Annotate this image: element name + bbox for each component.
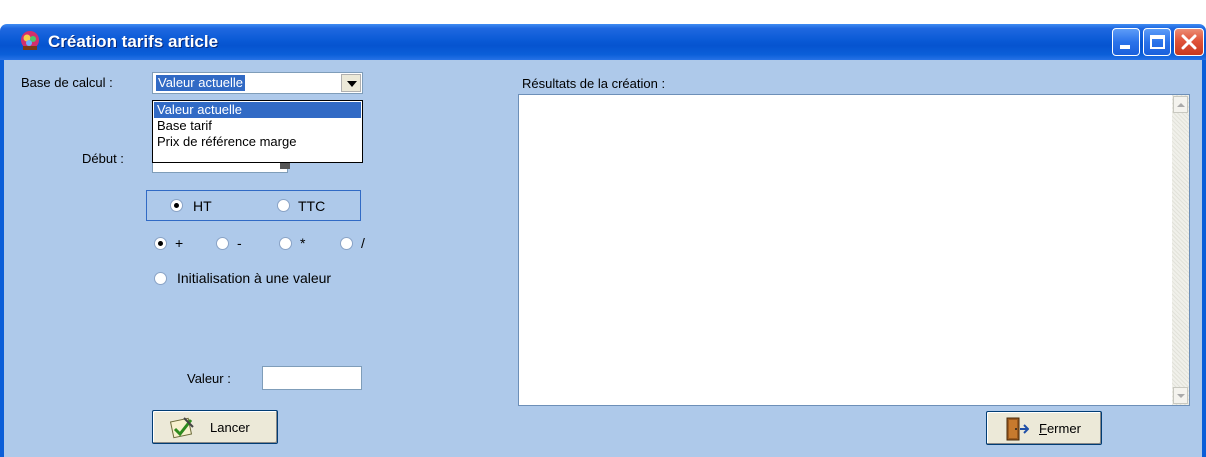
dropdown-option[interactable]: Base tarif xyxy=(154,118,361,134)
base-calcul-combo[interactable]: Valeur actuelle xyxy=(152,72,363,94)
divide-label: / xyxy=(361,235,365,251)
valeur-label: Valeur : xyxy=(187,371,231,386)
close-accelerator-letter: F xyxy=(1039,421,1047,436)
client-area: Base de calcul : Valeur actuelle Début :… xyxy=(0,60,1206,457)
dropdown-option[interactable]: Valeur actuelle xyxy=(154,102,361,118)
base-calcul-value: Valeur actuelle xyxy=(156,75,246,91)
ttc-label: TTC xyxy=(298,198,326,214)
times-label: * xyxy=(300,235,306,251)
results-label: Résultats de la création : xyxy=(522,76,666,91)
minus-label: - xyxy=(237,235,242,251)
minimize-button[interactable] xyxy=(1112,28,1140,56)
close-window-button[interactable] xyxy=(1174,28,1204,56)
plus-label: + xyxy=(175,235,184,251)
results-panel[interactable] xyxy=(518,94,1190,406)
close-button[interactable]: Fermer xyxy=(986,411,1102,445)
times-radio[interactable] xyxy=(279,237,292,250)
init-label: Initialisation à une valeur xyxy=(177,270,332,286)
launch-button[interactable]: Lancer xyxy=(152,410,278,444)
maximize-button[interactable] xyxy=(1143,28,1171,56)
door-exit-icon xyxy=(1006,417,1029,441)
close-label-rest: ermer xyxy=(1046,421,1081,436)
ht-label: HT xyxy=(193,198,212,214)
init-radio[interactable] xyxy=(154,272,167,285)
app-icon xyxy=(21,31,39,50)
divide-radio[interactable] xyxy=(340,237,353,250)
results-scrollbar[interactable] xyxy=(1172,95,1189,405)
close-button-label: Fermer xyxy=(1039,421,1081,436)
chevron-down-icon[interactable] xyxy=(341,74,361,92)
plus-radio[interactable] xyxy=(154,237,167,250)
window: Création tarifs article Base de calcul :… xyxy=(0,0,1206,457)
valeur-input[interactable] xyxy=(262,366,362,390)
dropdown-option[interactable]: Prix de référence marge xyxy=(154,134,361,150)
ht-radio[interactable] xyxy=(170,199,183,212)
scroll-down-icon[interactable] xyxy=(1173,387,1188,404)
debut-label: Début : xyxy=(82,151,124,166)
title-bar[interactable]: Création tarifs article xyxy=(0,24,1206,60)
minus-radio[interactable] xyxy=(216,237,229,250)
close-icon xyxy=(1181,34,1197,50)
scroll-up-icon[interactable] xyxy=(1173,96,1188,113)
minimize-icon xyxy=(1120,45,1130,49)
window-title: Création tarifs article xyxy=(48,32,219,51)
pen-check-icon xyxy=(169,417,194,439)
base-calcul-label: Base de calcul : xyxy=(21,75,113,90)
ttc-radio[interactable] xyxy=(277,199,290,212)
base-calcul-dropdown: Valeur actuelle Base tarif Prix de référ… xyxy=(152,100,363,163)
tax-mode-group: HT TTC xyxy=(146,190,361,221)
launch-button-label: Lancer xyxy=(210,420,250,435)
maximize-icon xyxy=(1150,35,1165,49)
